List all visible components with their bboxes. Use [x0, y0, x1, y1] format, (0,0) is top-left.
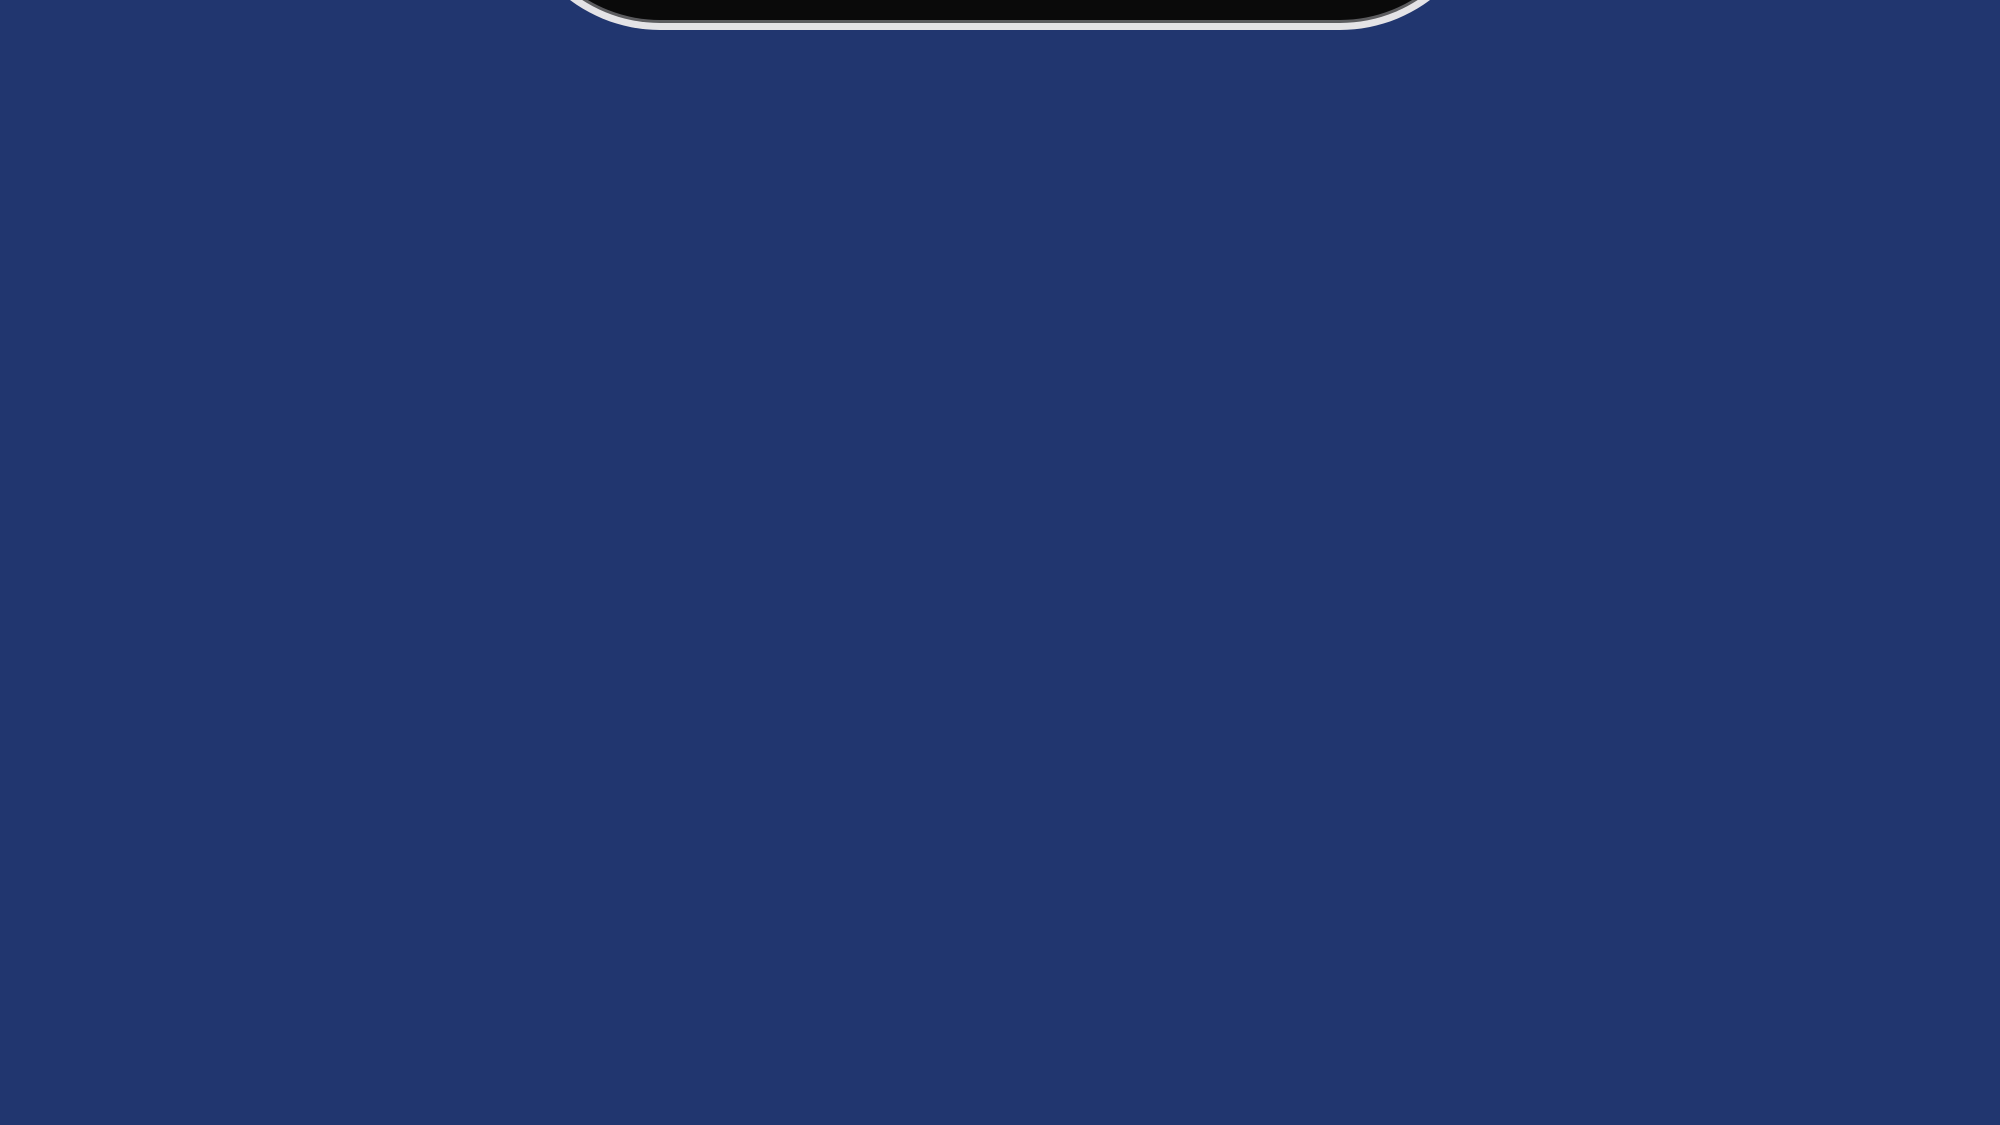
phone-frame: Sign In: [520, 0, 1480, 20]
stage: Sign In: [0, 0, 2000, 1125]
